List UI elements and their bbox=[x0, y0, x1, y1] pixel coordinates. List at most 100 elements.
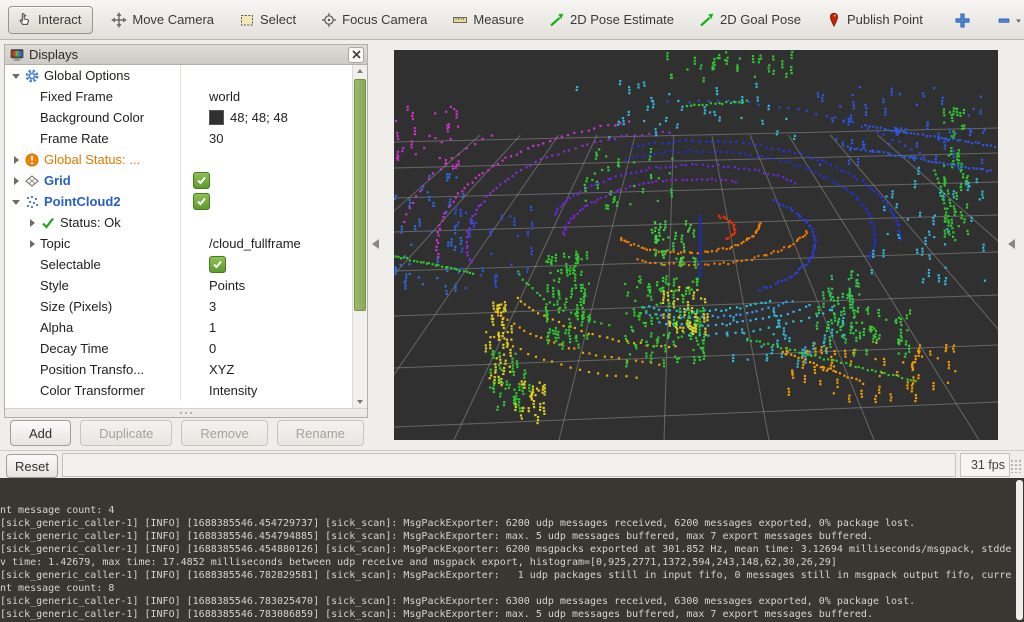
display-property-row[interactable]: Decay Time 0 bbox=[5, 338, 352, 359]
move-icon bbox=[111, 12, 127, 28]
property-value-cell bbox=[202, 256, 226, 273]
tool-label: 2D Pose Estimate bbox=[570, 12, 674, 27]
collapse-left-panel-icon[interactable] bbox=[372, 239, 379, 249]
property-value[interactable]: 3 bbox=[209, 299, 216, 314]
pointcloud-icon bbox=[24, 194, 40, 210]
panel-splitter-handle[interactable] bbox=[5, 408, 367, 417]
expander-right-icon[interactable] bbox=[27, 218, 40, 228]
property-value-cell: world bbox=[202, 89, 240, 104]
tool-interact[interactable]: Interact bbox=[8, 6, 93, 34]
check-icon bbox=[40, 215, 56, 231]
scroll-up-icon[interactable] bbox=[353, 65, 367, 77]
fps-indicator: 31 fps bbox=[960, 453, 1010, 477]
close-icon[interactable] bbox=[348, 47, 364, 63]
property-label: Background Color bbox=[40, 110, 144, 125]
expander-spacer bbox=[27, 281, 40, 291]
terminal-scrollbar[interactable] bbox=[1016, 480, 1023, 620]
displays-panel: Displays Global OptionsFixed FrameworldB… bbox=[4, 44, 368, 418]
panel-scrollbar[interactable] bbox=[352, 65, 367, 408]
property-value[interactable]: Intensity bbox=[209, 383, 257, 398]
remove-button[interactable]: Remove bbox=[181, 420, 267, 446]
add-button[interactable]: Add bbox=[10, 420, 71, 446]
terminal-log[interactable]: nt message count: 4[sick_generic_caller-… bbox=[0, 478, 1024, 622]
expander-spacer bbox=[27, 260, 40, 270]
display-property-row[interactable]: Background Color 48; 48; 48 bbox=[5, 107, 352, 128]
expander-spacer bbox=[27, 386, 40, 396]
property-value[interactable]: /cloud_fullframe bbox=[209, 236, 301, 251]
tool-2d-pose-estimate[interactable]: 2D Pose Estimate bbox=[549, 12, 674, 28]
remove-tool-button[interactable] bbox=[998, 12, 1024, 28]
time-panel: Reset 31 fps bbox=[0, 450, 1024, 479]
display-property-row[interactable]: Size (Pixels)3 bbox=[5, 296, 352, 317]
tool-publish-point[interactable]: Publish Point bbox=[826, 12, 923, 28]
property-label: Grid bbox=[44, 173, 71, 188]
tool-measure[interactable]: Measure bbox=[452, 12, 524, 28]
property-value[interactable]: 48; 48; 48 bbox=[230, 110, 288, 125]
display-property-row[interactable]: Alpha 1 bbox=[5, 317, 352, 338]
display-property-row[interactable]: Color TransformerIntensity bbox=[5, 380, 352, 401]
scroll-down-icon[interactable] bbox=[353, 396, 367, 408]
enabled-checkbox[interactable] bbox=[193, 172, 210, 189]
warning-icon bbox=[24, 152, 40, 168]
expander-spacer bbox=[27, 365, 40, 375]
window-resize-grip[interactable] bbox=[1010, 459, 1022, 473]
expander-down-icon[interactable] bbox=[11, 197, 24, 207]
tool-2d-goal-pose[interactable]: 2D Goal Pose bbox=[699, 12, 801, 28]
property-label: Decay Time bbox=[40, 341, 109, 356]
expander-spacer bbox=[27, 344, 40, 354]
expander-down-icon[interactable] bbox=[11, 71, 24, 81]
display-property-row[interactable]: Frame Rate30 bbox=[5, 128, 352, 149]
display-property-row[interactable]: Selectable bbox=[5, 254, 352, 275]
rename-button[interactable]: Rename bbox=[277, 420, 364, 446]
property-value[interactable]: XYZ bbox=[209, 362, 234, 377]
collapse-right-panel-icon[interactable] bbox=[1008, 239, 1015, 249]
expander-right-icon[interactable] bbox=[11, 176, 24, 186]
property-label: Alpha bbox=[40, 320, 73, 335]
property-value-cell: /cloud_fullframe bbox=[202, 236, 301, 251]
property-value-cell: 48; 48; 48 bbox=[202, 110, 288, 125]
scrollbar-thumb[interactable] bbox=[354, 79, 366, 311]
display-property-row[interactable]: Fixed Frameworld bbox=[5, 86, 352, 107]
expander-right-icon[interactable] bbox=[11, 155, 24, 165]
minus-icon bbox=[998, 12, 1024, 28]
display-property-row[interactable]: Topic/cloud_fullframe bbox=[5, 233, 352, 254]
color-swatch[interactable] bbox=[209, 110, 224, 125]
render-viewport-3d[interactable] bbox=[394, 50, 998, 440]
display-property-row[interactable]: Global Status: ... bbox=[5, 149, 352, 170]
property-label: Status: Ok bbox=[60, 215, 121, 230]
displays-panel-header[interactable]: Displays bbox=[5, 45, 367, 65]
property-label: Position Transfo... bbox=[40, 362, 144, 377]
pose-arrow-icon bbox=[699, 12, 715, 28]
display-property-row[interactable]: Position Transfo... XYZ bbox=[5, 359, 352, 380]
expander-right-icon[interactable] bbox=[27, 239, 40, 249]
display-property-row[interactable]: Global Options bbox=[5, 65, 352, 86]
tool-select[interactable]: Select bbox=[239, 12, 296, 28]
property-value[interactable]: 0 bbox=[209, 341, 216, 356]
tool-move-camera[interactable]: Move Camera bbox=[111, 12, 214, 28]
plus-icon bbox=[954, 12, 970, 28]
property-label: PointCloud2 bbox=[44, 194, 121, 209]
duplicate-button[interactable]: Duplicate bbox=[80, 420, 172, 446]
enabled-checkbox[interactable] bbox=[209, 256, 226, 273]
property-value-cell: Intensity bbox=[202, 383, 257, 398]
hand-icon bbox=[17, 12, 33, 28]
display-actions: Add Duplicate Remove Rename bbox=[10, 420, 368, 446]
reset-button[interactable]: Reset bbox=[6, 454, 58, 478]
display-property-row[interactable]: Grid bbox=[5, 170, 352, 191]
display-property-row[interactable]: PointCloud2 bbox=[5, 191, 352, 212]
property-value[interactable]: Points bbox=[209, 278, 245, 293]
time-field bbox=[62, 453, 956, 477]
display-property-row[interactable]: StylePoints bbox=[5, 275, 352, 296]
property-tree: Global OptionsFixed FrameworldBackground… bbox=[5, 65, 367, 408]
property-value[interactable]: world bbox=[209, 89, 240, 104]
property-value-cell: Points bbox=[202, 278, 245, 293]
log-line: v time: 1.42679, max time: 17.4852 milli… bbox=[0, 556, 1024, 569]
add-tool-button[interactable] bbox=[954, 12, 970, 28]
property-value-cell: 1 bbox=[202, 320, 216, 335]
tool-focus-camera[interactable]: Focus Camera bbox=[321, 12, 427, 28]
display-property-row[interactable]: Status: Ok bbox=[5, 212, 352, 233]
enabled-checkbox[interactable] bbox=[193, 193, 210, 210]
log-line: [sick_generic_caller-1] [INFO] [16883855… bbox=[0, 595, 1024, 608]
property-value[interactable]: 30 bbox=[209, 131, 223, 146]
property-value[interactable]: 1 bbox=[209, 320, 216, 335]
